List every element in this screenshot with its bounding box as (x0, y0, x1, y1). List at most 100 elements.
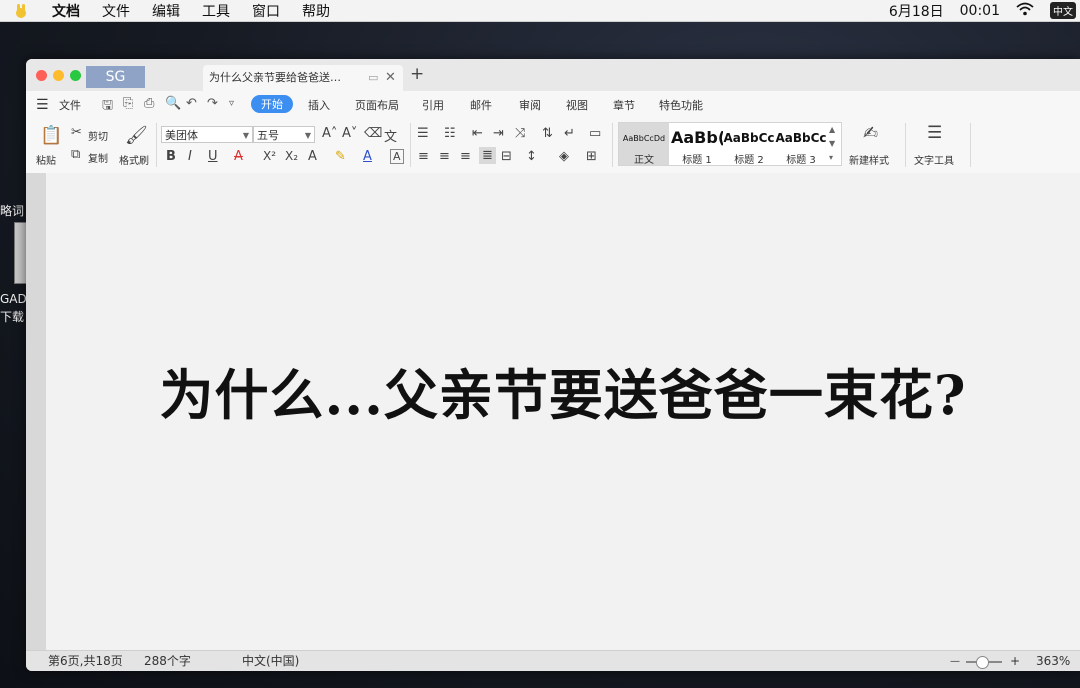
input-method-badge[interactable]: 中文 (1050, 2, 1076, 19)
tab-mailings[interactable]: 邮件 (470, 97, 492, 113)
font-color-icon[interactable]: A (363, 149, 372, 164)
underline-icon[interactable]: U (208, 149, 218, 164)
line-spacing-icon[interactable]: ↕ (526, 149, 537, 164)
grow-font-icon[interactable]: A˄ (322, 126, 337, 141)
font-size-select[interactable]: 五号 ▼ (253, 126, 315, 143)
shrink-font-icon[interactable]: A˅ (342, 126, 357, 141)
shading-icon[interactable]: ◈ (559, 149, 569, 164)
zoom-in-button[interactable]: + (1010, 651, 1020, 671)
style-name: 正文 (634, 155, 654, 166)
paste-icon[interactable]: 📋 (40, 125, 62, 146)
chinese-layout-icon[interactable]: ⤨ (515, 126, 525, 141)
style-sample: AaBbCcDd (622, 134, 666, 143)
menu-file[interactable]: 文件 (102, 1, 130, 21)
word-count[interactable]: 288个字 (144, 651, 191, 671)
text-tools-icon[interactable]: ☰ (927, 123, 942, 143)
tab-home[interactable]: 开始 (251, 95, 293, 113)
document-heading[interactable]: 为什么...父亲节要送爸爸一束花? (46, 351, 1080, 430)
ribbon-separator (970, 123, 971, 167)
character-border-icon[interactable]: A (390, 149, 404, 164)
maximize-window-button[interactable] (70, 70, 81, 81)
tab-chapters[interactable]: 章节 (613, 97, 635, 113)
style-sample: AaBbCc (723, 131, 775, 145)
new-style-icon[interactable]: ✍ (863, 123, 878, 144)
menu-tools[interactable]: 工具 (202, 1, 230, 21)
tab-close-icon[interactable]: ✕ (385, 65, 396, 91)
font-name-select[interactable]: 美团体 ▼ (161, 126, 253, 143)
subscript-icon[interactable]: X₂ (285, 149, 298, 163)
document-page[interactable]: 为什么...父亲节要送爸爸一束花? (46, 173, 1080, 650)
menu-app-documents[interactable]: 文档 (52, 1, 80, 21)
tab-review[interactable]: 审阅 (519, 97, 541, 113)
copy-icon[interactable]: ⧉ (71, 147, 80, 162)
export-pdf-icon[interactable]: ⎘ (123, 96, 133, 111)
print-preview-icon[interactable]: 🔍 (165, 96, 181, 111)
app-logo-icon[interactable] (12, 3, 30, 19)
menu-help[interactable]: 帮助 (302, 1, 330, 21)
minimize-window-button[interactable] (53, 70, 64, 81)
home-tab[interactable]: SG (86, 66, 145, 88)
cut-icon[interactable]: ✂ (71, 125, 82, 140)
style-heading-1[interactable]: AaBb( 标题 1 (671, 123, 723, 166)
text-tools-button[interactable]: 文字工具 (914, 152, 954, 167)
align-right-icon[interactable]: ≡ (460, 149, 471, 164)
menu-window[interactable]: 窗口 (252, 1, 280, 21)
tab-special-features[interactable]: 特色功能 (659, 97, 703, 113)
table-layout-icon[interactable]: ▭ (589, 126, 601, 141)
page-indicator[interactable]: 第6页,共18页 (48, 651, 123, 671)
wifi-icon[interactable] (1016, 2, 1034, 20)
show-marks-icon[interactable]: ↵ (564, 126, 575, 141)
style-sample: AaBb( (671, 128, 723, 147)
zoom-level[interactable]: 363% (1036, 651, 1070, 671)
menubar-date[interactable]: 6月18日 (889, 1, 944, 21)
print-icon[interactable]: ⎙ (144, 96, 154, 111)
document-tab[interactable]: 为什么父亲节要给爸爸送… ▭ ✕ (203, 65, 403, 91)
text-effect-icon[interactable]: A (308, 149, 317, 164)
new-style-button[interactable]: 新建样式 (849, 152, 889, 167)
tab-view[interactable]: 视图 (566, 97, 588, 113)
distributed-align-icon[interactable]: ⊟ (501, 149, 512, 164)
style-normal[interactable]: AaBbCcDd 正文 (619, 123, 669, 166)
strikethrough-icon[interactable]: A (234, 149, 243, 164)
cut-button[interactable]: 剪切 (88, 128, 108, 143)
bullet-list-icon[interactable]: ☰ (417, 126, 429, 141)
align-left-icon[interactable]: ≡ (418, 149, 429, 164)
style-heading-2[interactable]: AaBbCc 标题 2 (723, 123, 775, 166)
zoom-out-button[interactable]: — (950, 651, 960, 671)
numbered-list-icon[interactable]: ☷ (444, 126, 456, 141)
copy-button[interactable]: 复制 (88, 150, 108, 165)
clear-format-icon[interactable]: ⌫ (364, 126, 382, 141)
redo-icon[interactable]: ↷ (207, 96, 218, 111)
justify-icon[interactable]: ≣ (479, 147, 496, 164)
zoom-slider-handle[interactable] (976, 656, 989, 669)
format-painter-button[interactable]: 格式刷 (119, 152, 149, 167)
italic-icon[interactable]: I (188, 149, 192, 164)
menu-edit[interactable]: 编辑 (152, 1, 180, 21)
tab-pin-icon[interactable]: ▭ (368, 65, 378, 91)
paste-button[interactable]: 粘贴 (36, 152, 56, 167)
gallery-scroll-icon[interactable]: ▲ ▼ ▾ (829, 123, 835, 165)
superscript-icon[interactable]: X² (263, 149, 276, 163)
new-tab-button[interactable]: + (410, 64, 424, 84)
format-painter-icon[interactable]: 🖌 (125, 125, 148, 146)
style-heading-3[interactable]: AaBbCc 标题 3 (775, 123, 827, 166)
highlight-icon[interactable]: ✎ (335, 149, 346, 164)
increase-indent-icon[interactable]: ⇥ (493, 126, 504, 141)
borders-icon[interactable]: ⊞ (586, 149, 597, 164)
save-icon[interactable]: 🖫 (102, 96, 113, 118)
tab-references[interactable]: 引用 (422, 97, 444, 113)
tab-insert[interactable]: 插入 (308, 97, 330, 113)
phonetic-guide-icon[interactable]: 文 (384, 126, 397, 145)
customize-toolbar-icon[interactable]: ▿ (229, 98, 234, 109)
bold-icon[interactable]: B (166, 149, 176, 164)
close-window-button[interactable] (36, 70, 47, 81)
language-indicator[interactable]: 中文(中国) (242, 651, 299, 671)
sort-icon[interactable]: ⇅ (542, 126, 553, 141)
align-center-icon[interactable]: ≡ (439, 149, 450, 164)
menubar-time[interactable]: 00:01 (960, 3, 1000, 19)
hamburger-menu-icon[interactable]: ☰ (36, 97, 49, 113)
tab-page-layout[interactable]: 页面布局 (355, 97, 399, 113)
decrease-indent-icon[interactable]: ⇤ (472, 126, 483, 141)
undo-icon[interactable]: ↶ (186, 96, 197, 111)
file-menu-button[interactable]: 文件 (59, 97, 81, 113)
